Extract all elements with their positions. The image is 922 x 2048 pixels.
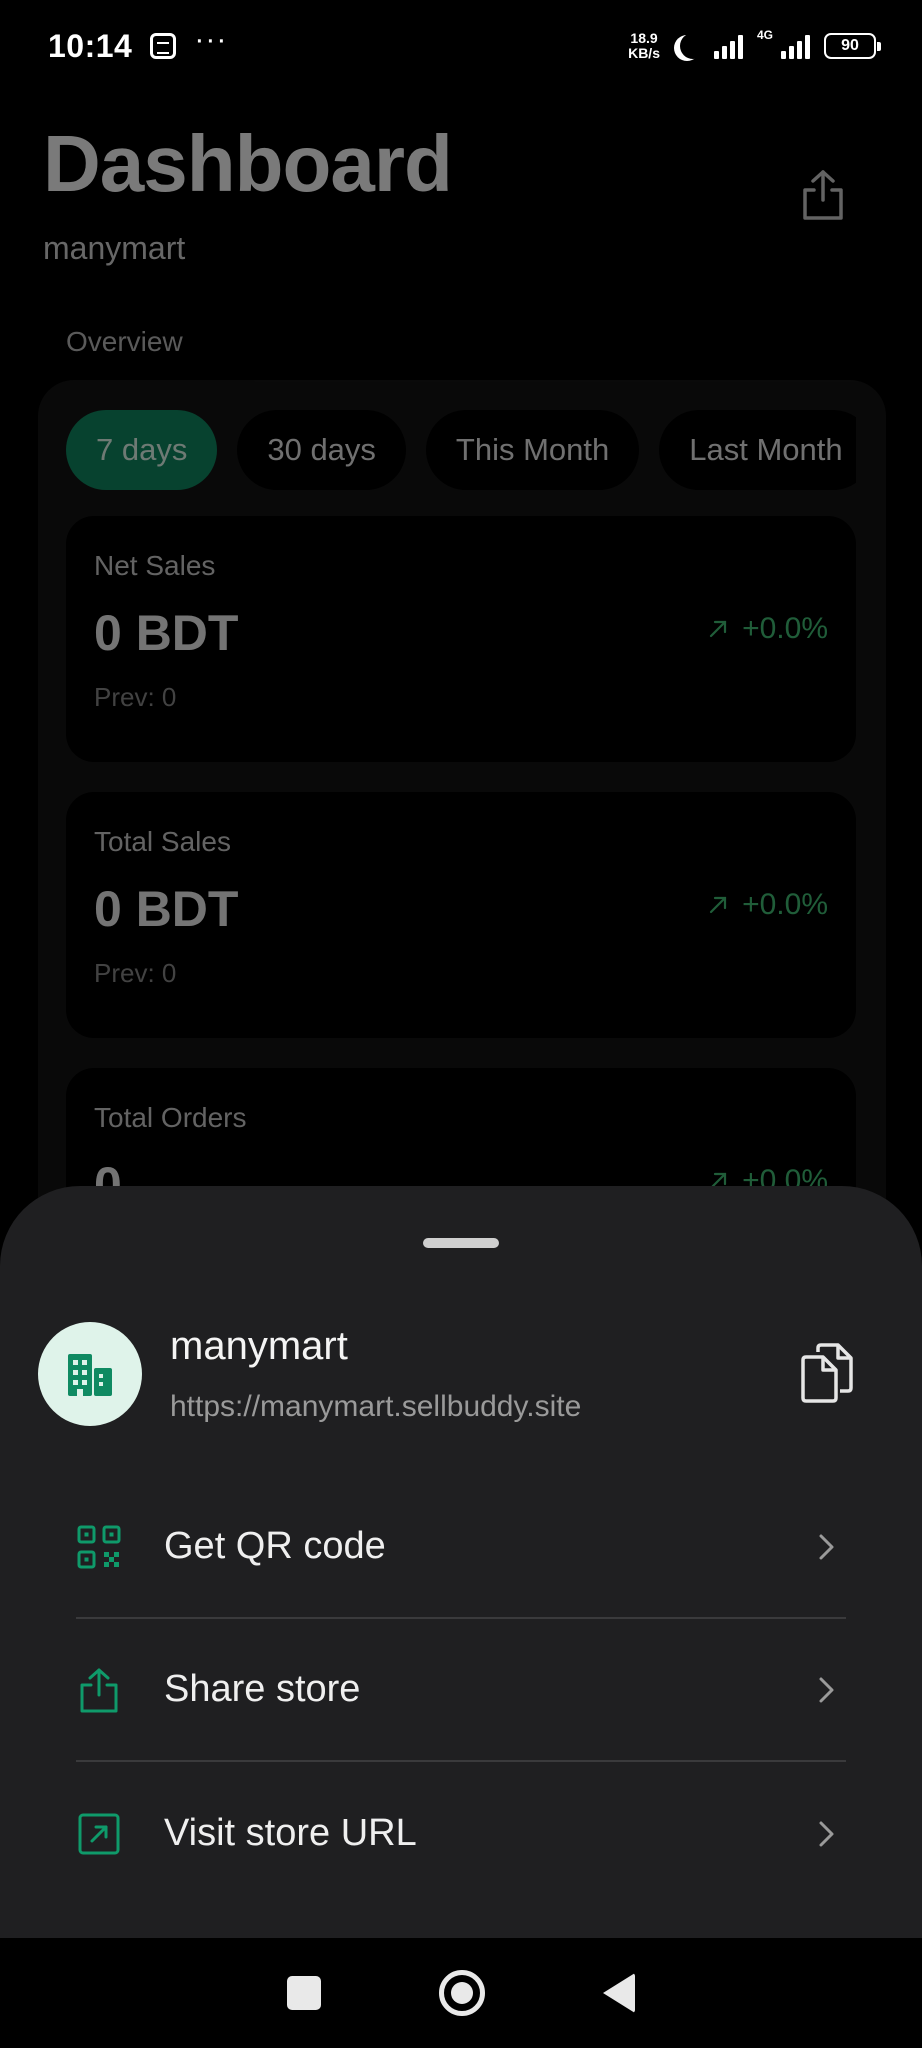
store-subtitle: manymart (43, 230, 186, 266)
qr-code-icon (77, 1525, 121, 1568)
do-not-disturb-icon (680, 33, 706, 59)
battery-level: 90 (841, 37, 859, 54)
period-tabs: 7 days 30 days This Month Last Month (66, 410, 856, 490)
metric-change: +0.0% (706, 888, 828, 922)
message-notification-icon (150, 33, 177, 59)
metric-change-value: +0.0% (742, 612, 828, 645)
status-bar: 10:14 ··· 18.9 KB/s 4G 90 (0, 0, 922, 92)
menu-item-label: Get QR code (164, 1525, 386, 1567)
network-speed-unit: KB/s (628, 45, 660, 61)
status-right: 18.9 KB/s 4G 90 (628, 28, 881, 61)
tab-this-month[interactable]: This Month (425, 410, 640, 490)
system-navigation-bar (0, 1938, 922, 2048)
home-button[interactable] (439, 1970, 485, 2016)
share-icon (80, 1668, 118, 1712)
metric-prev: Prev: 0 (94, 958, 177, 988)
store-actions-menu: Get QR code Share store Visit store URL (76, 1476, 846, 1905)
menu-item-visit-store-url[interactable]: Visit store URL (76, 1762, 846, 1905)
tab-last-month[interactable]: Last Month (659, 410, 856, 490)
trend-up-icon (709, 620, 727, 638)
metric-label: Net Sales (94, 550, 216, 581)
signal-icon (713, 33, 743, 59)
share-icon[interactable] (800, 168, 846, 222)
battery-icon: 90 (824, 33, 881, 59)
status-left: 10:14 ··· (48, 23, 228, 65)
overview-panel: 7 days 30 days This Month Last Month Net… (38, 380, 886, 1280)
status-time: 10:14 (48, 27, 133, 64)
metric-card-net-sales: Net Sales 0 BDT Prev: 0 +0.0% (66, 516, 856, 762)
page-title: Dashboard (43, 119, 453, 208)
metric-label: Total Sales (94, 826, 231, 857)
network-type: 4G (756, 28, 773, 42)
metric-card-total-sales: Total Sales 0 BDT Prev: 0 +0.0% (66, 792, 856, 1038)
signal-icon-secondary (781, 33, 810, 59)
copy-icon[interactable] (800, 1342, 854, 1404)
chevron-right-icon (819, 1677, 834, 1702)
back-icon (603, 1973, 635, 2013)
chevron-right-icon (819, 1534, 834, 1559)
home-icon (439, 1970, 485, 2016)
metric-change: +0.0% (706, 612, 828, 646)
store-avatar (38, 1322, 142, 1426)
network-speed-value: 18.9 (630, 30, 658, 46)
metric-value: 0 BDT (94, 881, 239, 937)
store-url: https://manymart.sellbuddy.site (170, 1390, 582, 1423)
recents-icon (287, 1976, 321, 2010)
menu-item-label: Share store (164, 1668, 361, 1710)
store-name: manymart (170, 1324, 348, 1368)
building-icon (68, 1354, 112, 1396)
recents-button[interactable] (287, 1976, 321, 2010)
store-bottom-sheet: manymart https://manymart.sellbuddy.site… (0, 1186, 922, 1938)
menu-item-share-store[interactable]: Share store (76, 1619, 846, 1762)
chevron-right-icon (819, 1821, 834, 1846)
metric-value: 0 BDT (94, 605, 239, 661)
menu-item-label: Visit store URL (164, 1812, 417, 1854)
trend-up-icon (709, 896, 727, 914)
tab-30-days[interactable]: 30 days (237, 410, 406, 490)
drag-handle[interactable] (423, 1238, 499, 1248)
network-speed: 18.9 KB/s (628, 31, 660, 61)
overview-label: Overview (66, 326, 183, 357)
tab-7-days[interactable]: 7 days (66, 410, 218, 490)
back-button[interactable] (603, 1973, 635, 2013)
external-link-icon (78, 1813, 120, 1854)
more-notifications-icon: ··· (194, 23, 228, 56)
metric-label: Total Orders (94, 1102, 247, 1133)
metric-change-value: +0.0% (742, 888, 828, 921)
menu-item-get-qr-code[interactable]: Get QR code (76, 1476, 846, 1619)
dashboard-screen: Dashboard manymart Overview 7 days 30 da… (0, 0, 922, 1280)
metric-prev: Prev: 0 (94, 682, 177, 712)
